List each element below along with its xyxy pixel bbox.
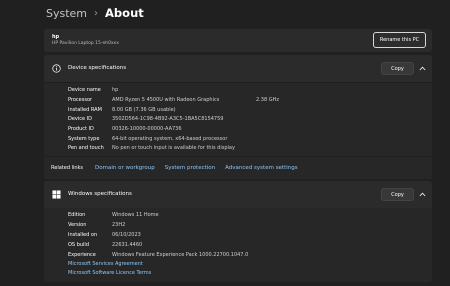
- win-value: 23H2: [112, 221, 126, 228]
- breadcrumb-separator: ›: [94, 7, 99, 19]
- win-value: 22631.4460: [112, 241, 143, 248]
- advanced-system-settings-link[interactable]: Advanced system settings: [225, 165, 297, 171]
- windows-specs-header[interactable]: Windows specifications Copy: [44, 181, 432, 208]
- win-row-experience: Experience Windows Feature Experience Pa…: [68, 250, 248, 259]
- win-value: 06/10/2023: [112, 231, 141, 238]
- windows-specs-body: Edition Windows 11 Home Version 23H2 Ins…: [44, 208, 432, 282]
- copy-windows-specs-button[interactable]: Copy: [381, 188, 414, 201]
- spec-value: 64-bit operating system, x64-based proce…: [112, 135, 228, 142]
- spec-value: 00326-10000-00000-AA736: [112, 125, 182, 132]
- win-label: OS build: [68, 241, 89, 248]
- spec-row-product-id: Product ID 00326-10000-00000-AA736: [68, 124, 182, 133]
- win-label: Version: [68, 221, 87, 228]
- device-name: hp: [52, 34, 60, 40]
- spec-label: Pen and touch: [68, 144, 104, 151]
- chevron-up-icon[interactable]: [419, 192, 426, 197]
- spec-value: AMD Ryzen 5 4500U with Radeon Graphics: [112, 96, 220, 103]
- processor-speed: 2.38 GHz: [256, 96, 279, 103]
- breadcrumb-system[interactable]: System: [46, 7, 87, 20]
- spec-label: Device ID: [68, 115, 93, 122]
- system-protection-link[interactable]: System protection: [165, 165, 215, 171]
- related-links-bar: Related links Domain or workgroup System…: [44, 157, 432, 179]
- spec-label: System type: [68, 135, 100, 142]
- spec-value: 8.00 GB (7.36 GB usable): [112, 106, 176, 113]
- spec-label: Product ID: [68, 125, 94, 132]
- spec-value: hp: [112, 86, 119, 93]
- win-row-installed-on: Installed on 06/10/2023: [68, 230, 141, 239]
- device-model: HP Pavilion Laptop 15-eh0xxx: [52, 41, 119, 46]
- device-name-card: hp HP Pavilion Laptop 15-eh0xxx Rename t…: [44, 29, 432, 52]
- licence-terms-link[interactable]: Microsoft Software Licence Terms: [68, 270, 151, 276]
- spec-value: No pen or touch input is available for t…: [112, 144, 235, 151]
- spec-value: 3502D564-1C98-4B92-A3C5-1BA5C8154759: [112, 115, 224, 122]
- windows-specs-title: Windows specifications: [68, 191, 132, 197]
- spec-row-pen-touch: Pen and touch No pen or touch input is a…: [68, 143, 235, 152]
- spec-label: Processor: [68, 96, 93, 103]
- win-label: Edition: [68, 211, 86, 218]
- spec-row-installed-ram: Installed RAM 8.00 GB (7.36 GB usable): [68, 105, 176, 114]
- related-links-label: Related links: [51, 165, 84, 171]
- win-label: Experience: [68, 251, 96, 258]
- win-value: Windows Feature Experience Pack 1000.227…: [112, 251, 249, 258]
- spec-row-processor: Processor AMD Ryzen 5 4500U with Radeon …: [68, 95, 279, 104]
- win-label: Installed on: [68, 231, 98, 238]
- rename-pc-button[interactable]: Rename this PC: [373, 32, 426, 48]
- spec-row-device-id: Device ID 3502D564-1C98-4B92-A3C5-1BA5C8…: [68, 114, 223, 123]
- chevron-up-icon[interactable]: [419, 66, 426, 71]
- copy-device-specs-button[interactable]: Copy: [381, 62, 414, 75]
- win-value: Windows 11 Home: [112, 211, 159, 218]
- windows-logo-icon: [52, 190, 61, 199]
- win-row-os-build: OS build 22631.4460: [68, 240, 142, 249]
- breadcrumb: System › About: [46, 5, 144, 21]
- device-specs-body: Device name hp Processor AMD Ryzen 5 450…: [44, 83, 432, 156]
- domain-workgroup-link[interactable]: Domain or workgroup: [95, 165, 155, 171]
- device-specs-header[interactable]: Device specifications Copy: [44, 55, 432, 82]
- spec-row-device-name: Device name hp: [68, 85, 118, 94]
- device-specs-title: Device specifications: [68, 65, 127, 71]
- info-icon: [52, 64, 61, 73]
- spec-label: Installed RAM: [68, 106, 102, 113]
- spec-label: Device name: [68, 86, 101, 93]
- services-agreement-link[interactable]: Microsoft Services Agreement: [68, 261, 143, 267]
- win-row-version: Version 23H2: [68, 220, 125, 229]
- win-row-edition: Edition Windows 11 Home: [68, 210, 159, 219]
- page-title: About: [105, 6, 144, 20]
- spec-row-system-type: System type 64-bit operating system, x64…: [68, 134, 227, 143]
